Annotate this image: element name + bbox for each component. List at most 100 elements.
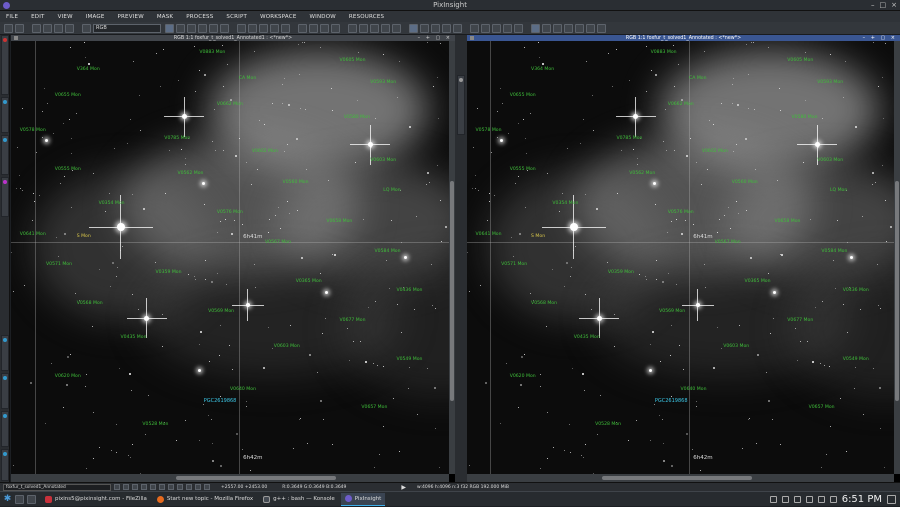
redo-icon[interactable] <box>15 23 24 33</box>
menu-file[interactable]: FILE <box>6 14 18 20</box>
volume-icon[interactable] <box>805 496 813 503</box>
tab-object-explorer[interactable] <box>1 373 9 409</box>
readout-channel-button[interactable] <box>159 484 165 490</box>
channel-l-icon[interactable] <box>453 23 462 33</box>
auto-stretch-icon[interactable] <box>531 23 540 33</box>
explorer-icon[interactable] <box>514 23 523 33</box>
preview-store-icon[interactable] <box>331 23 340 33</box>
tab-history-explorer[interactable] <box>1 97 9 133</box>
mask-invert-icon[interactable] <box>359 23 368 33</box>
record-icon[interactable] <box>65 23 74 33</box>
play-icon[interactable]: ▶ <box>401 484 406 491</box>
cascade-icon[interactable] <box>481 23 490 33</box>
zoom-fit-icon[interactable] <box>176 23 185 33</box>
flag-icon[interactable] <box>220 23 229 33</box>
readout-preview-button[interactable] <box>195 484 201 490</box>
channel-b-icon[interactable] <box>442 23 451 33</box>
tab-results[interactable] <box>1 449 9 481</box>
menu-edit[interactable]: EDIT <box>31 14 45 20</box>
close-icon[interactable]: × <box>891 1 897 9</box>
update-icon[interactable] <box>769 496 777 503</box>
display-icon[interactable] <box>793 496 801 503</box>
desktop-icon[interactable] <box>15 494 24 504</box>
zoom-3-icon[interactable] <box>281 23 290 33</box>
readout-mask-button[interactable] <box>186 484 192 490</box>
menu-workspace[interactable]: WORKSPACE <box>260 14 296 20</box>
channel-g-icon[interactable] <box>431 23 440 33</box>
zoom-1-icon[interactable] <box>259 23 268 33</box>
cursor-icon[interactable] <box>165 23 174 33</box>
statistics-icon[interactable] <box>564 23 573 33</box>
preview-delete-icon[interactable] <box>320 23 329 33</box>
tab-process-explorer[interactable] <box>1 135 9 175</box>
tray-expand-icon[interactable] <box>829 496 837 503</box>
zoom-in-icon[interactable] <box>237 23 246 33</box>
menu-preview[interactable]: PREVIEW <box>118 14 144 20</box>
readout-left-button[interactable] <box>123 484 129 490</box>
curves-icon[interactable] <box>553 23 562 33</box>
image-canvas-left[interactable]: V0883 Mon V0605 Mon V364 Mon CA Mon V0593 Mo… <box>11 41 449 474</box>
readout-icon[interactable] <box>198 23 207 33</box>
menu-window[interactable]: WINDOW <box>310 14 336 20</box>
tab-view-explorer[interactable] <box>1 35 9 95</box>
script-editor-icon[interactable] <box>586 23 595 33</box>
menu-view[interactable]: VIEW <box>58 14 73 20</box>
preview-edit-icon[interactable] <box>309 23 318 33</box>
show-desktop-icon[interactable] <box>887 495 896 504</box>
view-selector[interactable]: foxfur_t_solved1_Annotated <box>3 483 111 491</box>
tile-icon[interactable] <box>470 23 479 33</box>
readout-color-button[interactable] <box>177 484 183 490</box>
menu-script[interactable]: SCRIPT <box>226 14 247 20</box>
readout-stf-button[interactable] <box>168 484 174 490</box>
redo-all-icon[interactable] <box>43 23 52 33</box>
view-selector-button[interactable] <box>114 484 120 490</box>
mask-show-icon[interactable] <box>348 23 357 33</box>
horizontal-scrollbar-right[interactable] <box>467 474 894 482</box>
menu-process[interactable]: PROCESS <box>186 14 213 20</box>
task-filezilla[interactable]: pixins5@pixinsight.com - FileZilla <box>41 493 151 506</box>
center-icon[interactable] <box>209 23 218 33</box>
mask-select-icon[interactable] <box>392 23 401 33</box>
stop-icon[interactable] <box>54 23 63 33</box>
histogram-icon[interactable] <box>542 23 551 33</box>
horizontal-scrollbar-left[interactable] <box>11 474 449 482</box>
image-window-left[interactable]: RGB 1:1 foxfur_t_solved1_Annotated1 : <*… <box>11 35 455 482</box>
undo-icon[interactable] <box>4 23 13 33</box>
channel-r-icon[interactable] <box>420 23 429 33</box>
menu-image[interactable]: IMAGE <box>86 14 105 20</box>
image-window-right[interactable]: RGB 1:1 foxfur_t_solved1_Annotated : <*n… <box>467 35 900 482</box>
process-explorer-icon[interactable] <box>597 23 606 33</box>
readout-pan-button[interactable] <box>132 484 138 490</box>
clock[interactable]: 6:51 PM <box>842 494 882 505</box>
tab-script-editor[interactable] <box>1 411 9 447</box>
minimize-all-icon[interactable] <box>492 23 501 33</box>
menu-resources[interactable]: RESOURCES <box>349 14 384 20</box>
task-pixinsight[interactable]: PixInsight <box>340 492 386 506</box>
preview-new-icon[interactable] <box>298 23 307 33</box>
network-icon[interactable] <box>817 496 825 503</box>
mask-enable-icon[interactable] <box>370 23 379 33</box>
readout-zoom-button[interactable] <box>141 484 147 490</box>
channel-select[interactable]: RGB <box>93 23 161 33</box>
stf-icon[interactable] <box>409 23 418 33</box>
tab-format-explorer[interactable] <box>1 177 9 217</box>
vertical-scrollbar-right[interactable] <box>894 41 900 474</box>
mask-clear-icon[interactable] <box>381 23 390 33</box>
task-konsole[interactable]: g++ : bash — Konsole <box>259 493 339 506</box>
maximize-icon[interactable]: □ <box>880 1 887 9</box>
zoom-out-icon[interactable] <box>248 23 257 33</box>
vertical-scrollbar-left[interactable] <box>449 41 455 474</box>
clipboard-icon[interactable] <box>781 496 789 503</box>
screen-icon[interactable] <box>82 23 91 33</box>
image-canvas-right[interactable]: V0883 Mon V0605 Mon V364 Mon CA Mon V0593 Mo… <box>467 41 894 474</box>
pan-icon[interactable] <box>187 23 196 33</box>
minimize-icon[interactable]: – <box>871 1 875 9</box>
zoom-2-icon[interactable] <box>270 23 279 33</box>
process-console-icon[interactable] <box>575 23 584 33</box>
start-menu-icon[interactable]: ✱ <box>0 492 15 507</box>
task-firefox[interactable]: Start new topic - Mozilla Firefox <box>153 493 257 506</box>
undo-all-icon[interactable] <box>32 23 41 33</box>
tab-image-icon[interactable] <box>457 75 465 135</box>
readout-lock-button[interactable] <box>204 484 210 490</box>
arrange-icon[interactable] <box>503 23 512 33</box>
